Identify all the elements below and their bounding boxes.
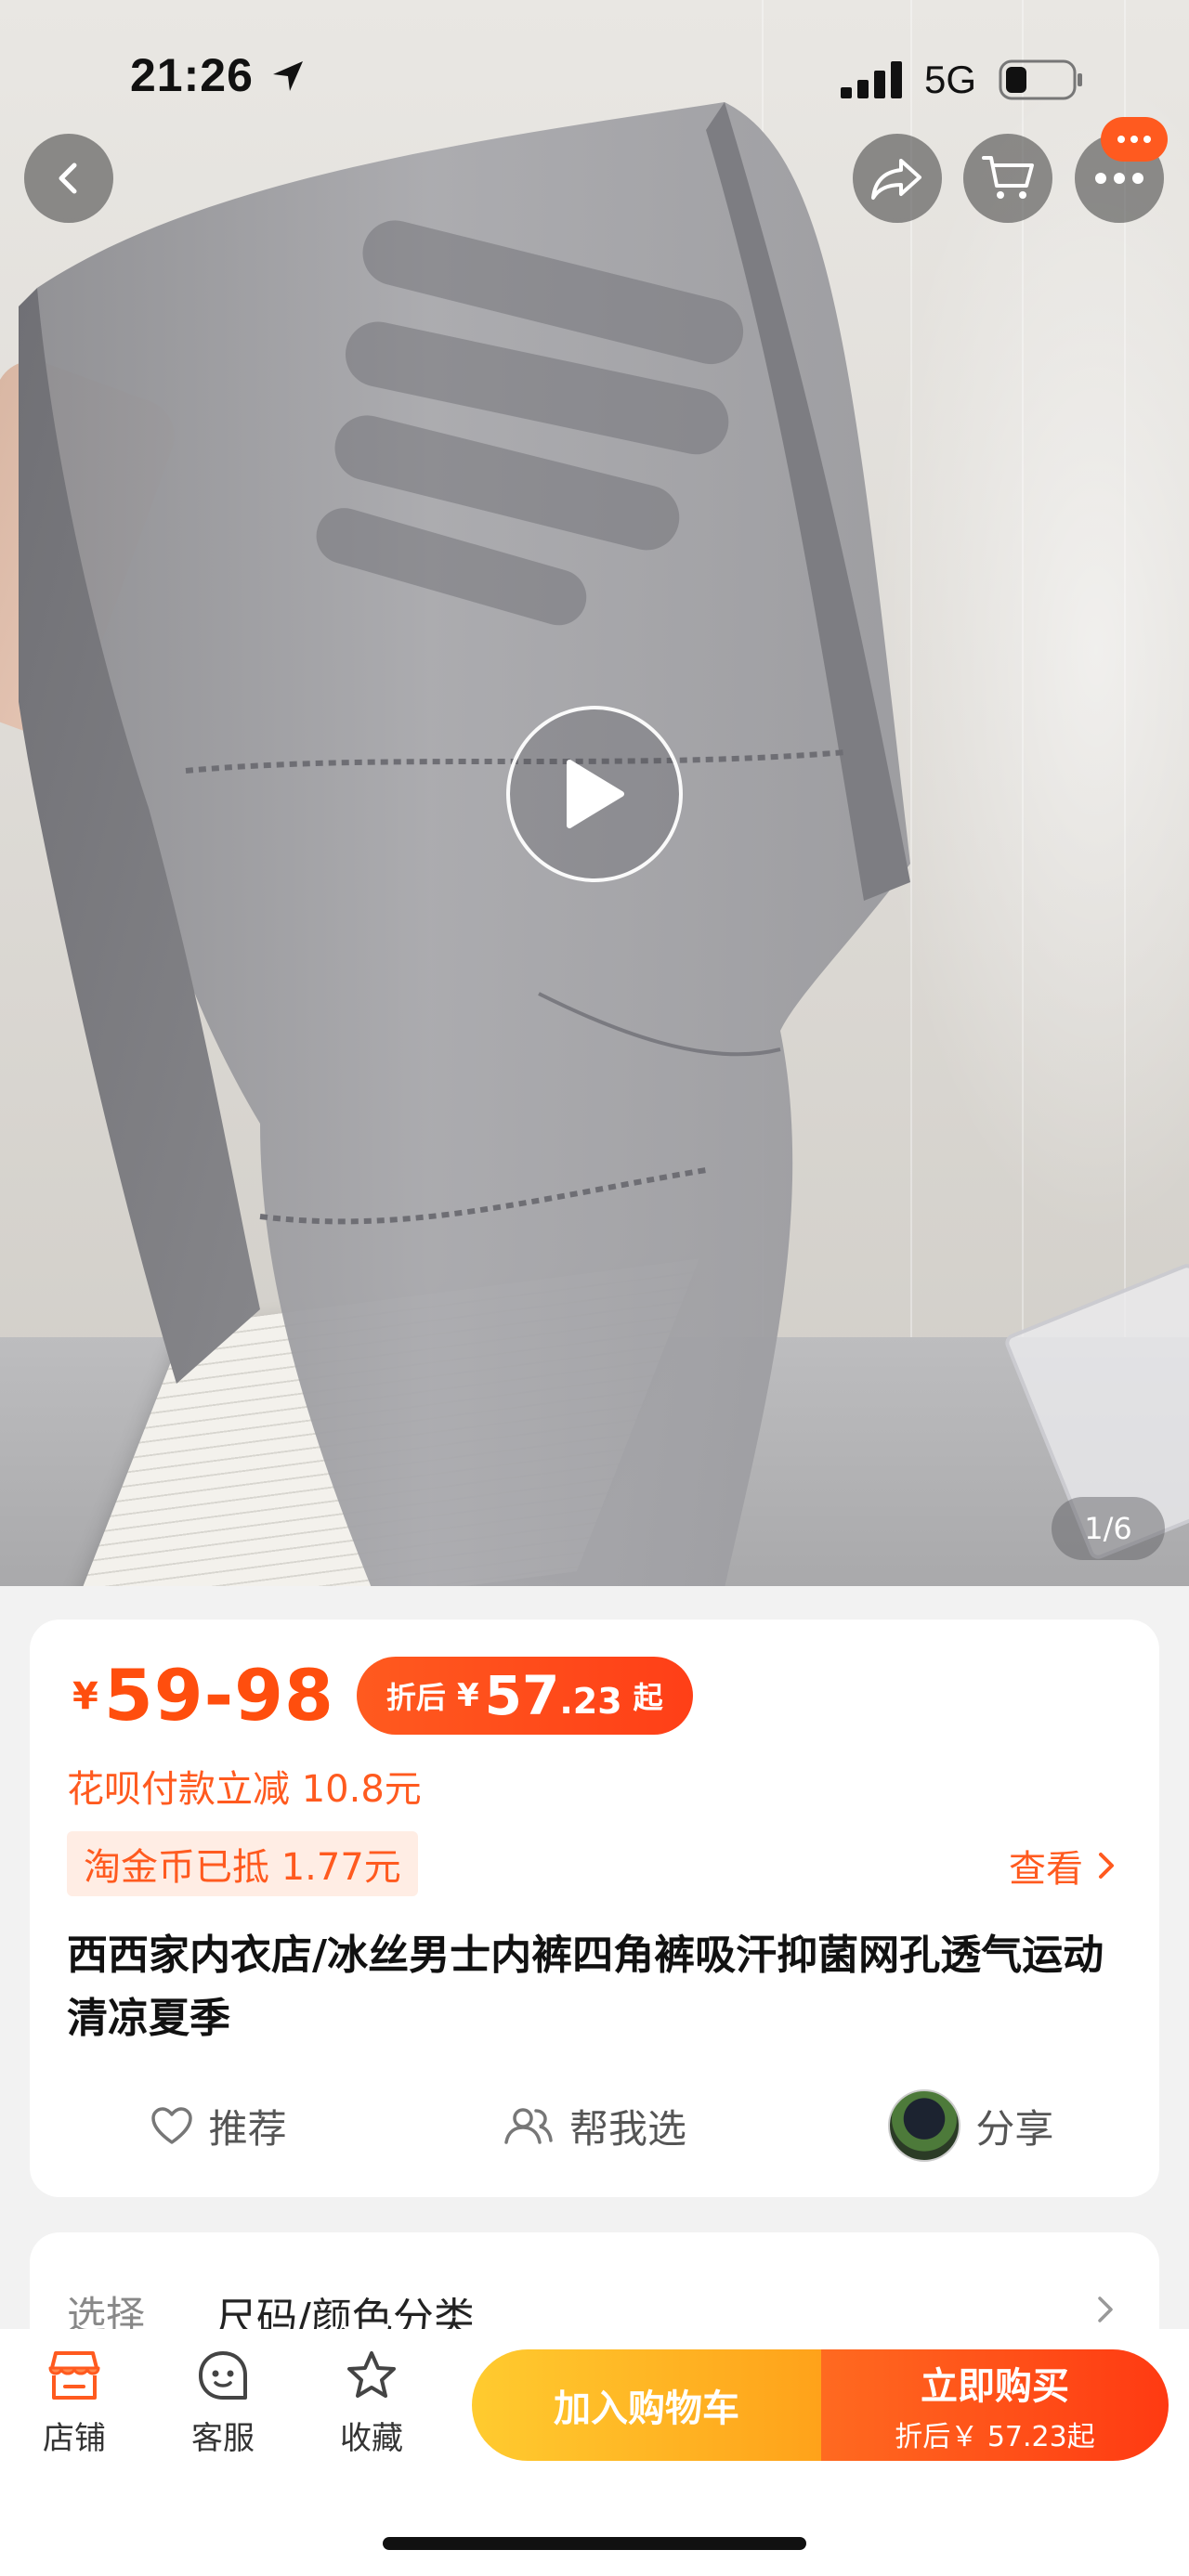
chevron-right-icon <box>1099 1853 1114 1879</box>
people-icon <box>504 2108 553 2144</box>
discount-currency: ¥ <box>456 1677 479 1714</box>
network-type: 5G <box>924 58 977 101</box>
more-dots-icon <box>1095 173 1143 184</box>
view-promo-link[interactable]: 查看 <box>1009 1839 1120 1893</box>
share-button[interactable] <box>853 134 942 223</box>
favorite-tab[interactable]: 收藏 <box>316 2348 427 2458</box>
image-counter: 1/6 <box>1052 1497 1165 1560</box>
add-to-cart-button[interactable]: 加入购物车 <box>472 2349 821 2461</box>
home-indicator[interactable] <box>383 2537 806 2550</box>
chevron-left-icon <box>59 163 77 194</box>
action-row: 推荐 帮我选 分享 <box>30 2075 1159 2177</box>
share-arrow-icon <box>871 159 921 200</box>
heart-icon <box>150 2107 192 2144</box>
favorite-label: 收藏 <box>340 2420 403 2457</box>
star-icon <box>347 2351 396 2398</box>
recommend-button[interactable]: 推荐 <box>30 2098 406 2154</box>
shop-tab[interactable]: 店铺 <box>19 2348 130 2458</box>
taojinbi-tag: 淘金币已抵 1.77元 <box>67 1831 418 1896</box>
chevron-right-icon <box>1098 2296 1113 2322</box>
huabei-promo: 花呗付款立减 10.8元 <box>67 1768 422 1811</box>
buy-now-button[interactable]: 立即购买 折后￥ 57.23起 <box>821 2349 1169 2461</box>
location-arrow-icon <box>273 61 303 91</box>
product-photo[interactable]: 1/6 <box>0 0 1189 1586</box>
discount-price-int: 57 <box>484 1664 560 1727</box>
message-badge <box>1101 117 1168 162</box>
store-icon <box>48 2351 100 2400</box>
badge-dots-icon <box>1117 136 1151 143</box>
avatar <box>888 2089 961 2162</box>
share-action-button[interactable]: 分享 <box>783 2089 1159 2162</box>
price-currency: ¥ <box>72 1675 98 1718</box>
buy-now-discount: 折后￥ 57.23起 <box>895 2421 1095 2453</box>
discount-suffix: 起 <box>633 1680 663 1715</box>
customer-service-label: 客服 <box>191 2420 255 2457</box>
cart-button[interactable] <box>963 134 1052 223</box>
play-icon <box>567 760 624 828</box>
discount-price-badge: 折后 ¥ 57 .23 起 <box>356 1657 693 1735</box>
back-button[interactable] <box>24 134 113 223</box>
play-video-button[interactable] <box>506 706 683 882</box>
help-me-choose-button[interactable]: 帮我选 <box>406 2098 782 2154</box>
price-row: ¥ 59-98 折后 ¥ 57 .23 起 <box>72 1654 693 1737</box>
customer-service-tab[interactable]: 客服 <box>167 2348 279 2458</box>
product-title: 西西家内衣店/冰丝男士内裤四角裤吸汗抑菌网孔透气运动清凉夏季 <box>67 1932 1104 2042</box>
help-me-choose-label: 帮我选 <box>568 2105 686 2152</box>
shopping-cart-icon <box>982 156 1034 199</box>
view-link-label: 查看 <box>1009 1848 1083 1891</box>
garment-image <box>19 102 910 1586</box>
chat-face-icon <box>199 2351 247 2400</box>
price-range: 59-98 <box>103 1654 334 1737</box>
shop-label: 店铺 <box>43 2420 106 2457</box>
discount-prefix: 折后 <box>385 1680 446 1715</box>
product-info-card: ¥ 59-98 折后 ¥ 57 .23 起 花呗付款立减 10.8元 淘金币已抵… <box>30 1620 1159 2197</box>
battery-icon <box>999 59 1082 100</box>
discount-price-dec: .23 <box>559 1681 622 1722</box>
signal-icon <box>841 61 902 98</box>
status-time: 21:26 <box>130 49 254 101</box>
buy-now-label: 立即购买 <box>921 2365 1069 2408</box>
share-label: 分享 <box>975 2105 1054 2152</box>
recommend-label: 推荐 <box>208 2105 287 2152</box>
